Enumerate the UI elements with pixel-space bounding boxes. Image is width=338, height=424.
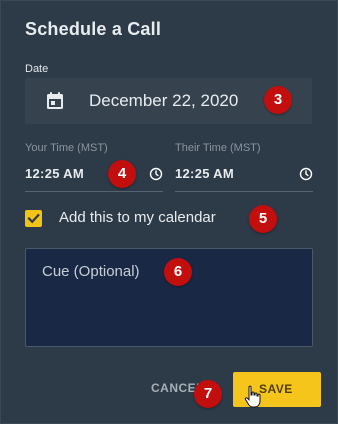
save-label: SAVE <box>259 382 293 396</box>
clock-icon[interactable] <box>299 167 313 181</box>
schedule-call-dialog: Schedule a Call Date December 22, 2020 Y… <box>0 0 338 424</box>
calendar-icon <box>47 92 63 109</box>
clock-icon[interactable] <box>149 167 163 181</box>
date-value: December 22, 2020 <box>89 91 239 110</box>
annotation-badge-5: 5 <box>249 205 277 233</box>
dialog-title: Schedule a Call <box>25 19 162 39</box>
annotation-badge-4: 4 <box>108 160 136 188</box>
cue-placeholder: Cue (Optional) <box>42 263 140 280</box>
their-time-value: 12:25 AM <box>175 166 234 181</box>
annotation-badge-6: 6 <box>164 258 192 286</box>
their-time-field[interactable]: 12:25 AM <box>175 161 313 192</box>
checkmark-icon <box>27 213 40 224</box>
date-label: Date <box>25 63 49 75</box>
annotation-badge-7: 7 <box>194 380 222 408</box>
your-time-field[interactable]: 12:25 AM <box>25 161 163 192</box>
add-to-calendar-checkbox[interactable] <box>25 210 42 227</box>
hand-cursor-icon <box>244 385 261 408</box>
add-to-calendar-label: Add this to my calendar <box>59 209 216 226</box>
their-time-label: Their Time (MST) <box>175 142 261 154</box>
annotation-badge-3: 3 <box>264 86 292 114</box>
your-time-value: 12:25 AM <box>25 166 84 181</box>
your-time-label: Your Time (MST) <box>25 142 108 154</box>
